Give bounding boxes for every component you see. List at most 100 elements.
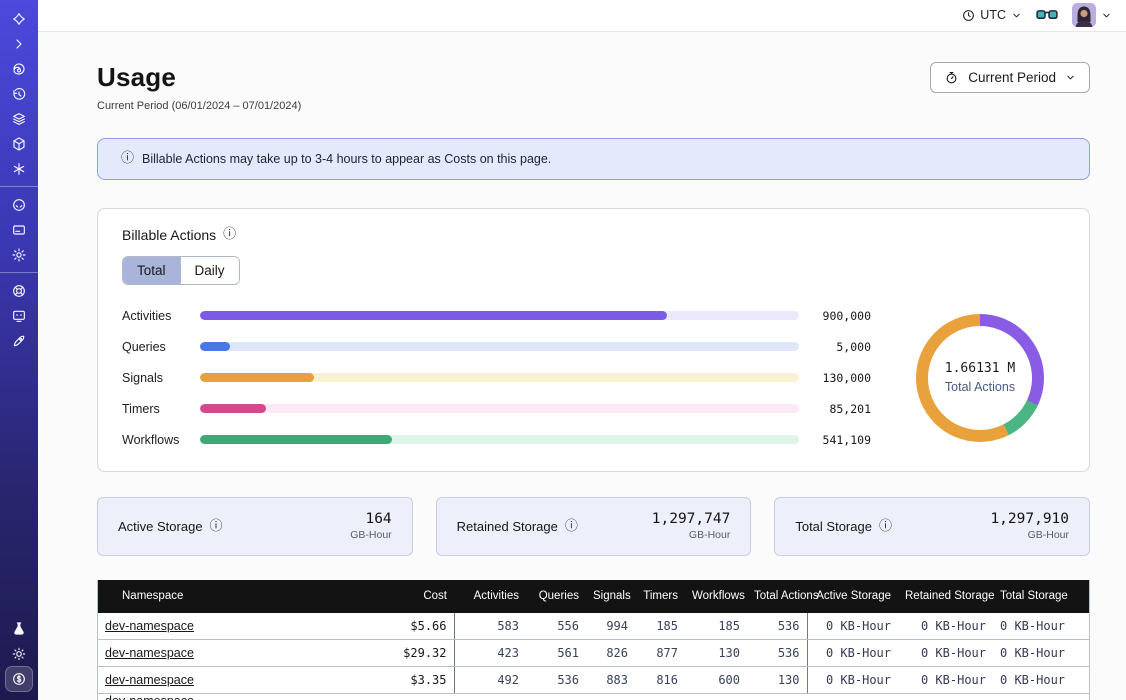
column-header: Signals: [586, 580, 635, 613]
goggles-icon[interactable]: [1036, 6, 1058, 24]
banner-text: Billable Actions may take up to 3-4 hour…: [142, 152, 551, 166]
table-cell: 883: [586, 667, 635, 694]
table-cell: 536: [747, 640, 807, 667]
bar-fill: [200, 404, 266, 413]
table-cell: 877: [635, 640, 685, 667]
table-cell: 0 KB-Hour: [993, 667, 1089, 694]
table-row: dev-namespace$5.665835569941851855360 KB…: [98, 613, 1089, 640]
bar-label: Queries: [122, 340, 190, 354]
topbar: UTC: [38, 0, 1126, 32]
layers-icon[interactable]: [5, 106, 33, 131]
info-icon[interactable]: ⓘ: [879, 520, 892, 533]
table-cell: 561: [526, 640, 586, 667]
billing-card-icon[interactable]: [5, 217, 33, 242]
asterisk-icon[interactable]: [5, 156, 33, 181]
bar-value: 5,000: [809, 340, 871, 354]
namespace-link[interactable]: dev-namespace: [105, 673, 194, 687]
column-header: Active Storage: [807, 580, 898, 613]
table-cell: 185: [685, 613, 747, 640]
storage-card: Active Storage ⓘ 164 GB-Hour: [97, 497, 413, 556]
bar-track: [200, 342, 799, 351]
table-cell: 0 KB-Hour: [807, 640, 898, 667]
labs-flask-icon[interactable]: [5, 616, 33, 641]
cube-icon[interactable]: [5, 131, 33, 156]
bar-row: Activities 900,000: [122, 309, 871, 323]
table-cell: 826: [586, 640, 635, 667]
getting-started-rocket-icon[interactable]: [5, 328, 33, 353]
bar-value: 85,201: [809, 402, 871, 416]
table-cell: $29.32: [348, 640, 454, 667]
table-row: dev-namespace$3.354925368838166001300 KB…: [98, 667, 1089, 694]
table-cell: 0 KB-Hour: [898, 640, 993, 667]
table-row: dev-namespace$29.324235618268771305360 K…: [98, 640, 1089, 667]
chevron-down-icon: [1065, 72, 1076, 83]
info-icon[interactable]: ⓘ: [223, 228, 236, 241]
bar-value: 900,000: [809, 309, 871, 323]
table-cell: 816: [635, 667, 685, 694]
bar-label: Workflows: [122, 433, 190, 447]
storage-card: Retained Storage ⓘ 1,297,747 GB-Hour: [436, 497, 752, 556]
table-cell: 130: [685, 640, 747, 667]
history-clock-icon[interactable]: [5, 81, 33, 106]
table-cell: 0 KB-Hour: [807, 613, 898, 640]
settings-gear-icon[interactable]: [5, 242, 33, 267]
table-cell: 0 KB-Hour: [807, 667, 898, 694]
namespace-link[interactable]: dev-namespace: [105, 646, 194, 660]
table-cell: 423: [454, 640, 526, 667]
table-cell: 600: [685, 667, 747, 694]
expand-sidebar-chevron-right-icon[interactable]: [5, 31, 33, 56]
bar-fill: [200, 435, 392, 444]
page-content: Usage Current Period (06/01/2024 – 07/01…: [38, 32, 1126, 700]
table-cell: 0 KB-Hour: [993, 613, 1089, 640]
theme-sun-icon[interactable]: [5, 641, 33, 666]
namespace-cell: dev-namespace: [98, 667, 348, 694]
feedback-monitor-icon[interactable]: [5, 303, 33, 328]
column-header: Namespace: [98, 580, 348, 613]
storage-card-label: Active Storage: [118, 519, 203, 534]
storage-summary-row: Active Storage ⓘ 164 GB-Hour Retained St…: [97, 497, 1090, 556]
table-cell: 130: [747, 667, 807, 694]
bar-value: 130,000: [809, 371, 871, 385]
tab-daily[interactable]: Daily: [180, 257, 239, 284]
info-icon[interactable]: ⓘ: [565, 520, 578, 533]
namespace-cell: dev-namespace: [98, 640, 348, 667]
bar-row: Workflows 541,109: [122, 433, 871, 447]
table-cell: 0 KB-Hour: [898, 613, 993, 640]
table-cell: 556: [526, 613, 586, 640]
bar-track: [200, 435, 799, 444]
table-cell: 185: [635, 613, 685, 640]
timezone-select[interactable]: UTC: [962, 8, 1022, 22]
column-header: Workflows: [685, 580, 747, 613]
column-header: Total Storage: [993, 580, 1089, 613]
bar-value: 541,109: [809, 433, 871, 447]
info-icon[interactable]: ⓘ: [210, 520, 223, 533]
bar-track: [200, 404, 799, 413]
storage-card-value: 1,297,747: [652, 511, 731, 527]
usage-table: NamespaceCostActivitiesQueriesSignalsTim…: [98, 580, 1089, 700]
user-menu[interactable]: [1072, 3, 1112, 27]
main-area: UTC: [38, 0, 1126, 700]
namespace-link[interactable]: dev-namespace: [105, 619, 194, 633]
info-icon: ⓘ: [121, 152, 134, 165]
bar-fill: [200, 342, 230, 351]
usage-dollar-coin-icon[interactable]: [5, 666, 33, 692]
usage-table-wrap: NamespaceCostActivitiesQueriesSignalsTim…: [97, 580, 1090, 700]
bar-row: Signals 130,000: [122, 371, 871, 385]
tab-total[interactable]: Total: [123, 257, 180, 284]
column-header: Total Actions: [747, 580, 807, 613]
table-row-partial: dev-namespace: [98, 694, 1089, 700]
storage-card-unit: GB-Hour: [350, 529, 391, 541]
sidebar: [0, 0, 38, 700]
namespace-link[interactable]: dev-namespace: [105, 694, 194, 700]
namespaces-spiral-icon[interactable]: [5, 56, 33, 81]
timezone-label: UTC: [980, 8, 1006, 22]
bar-label: Activities: [122, 309, 190, 323]
support-lifebuoy-icon[interactable]: [5, 278, 33, 303]
period-select-button[interactable]: Current Period: [930, 62, 1090, 93]
usage-gauge-icon[interactable]: [5, 192, 33, 217]
temporal-logo-icon[interactable]: [5, 6, 33, 31]
chevron-down-icon: [1101, 10, 1112, 21]
storage-card-value: 1,297,910: [990, 511, 1069, 527]
storage-card: Total Storage ⓘ 1,297,910 GB-Hour: [774, 497, 1090, 556]
storage-card-label: Retained Storage: [457, 519, 558, 534]
